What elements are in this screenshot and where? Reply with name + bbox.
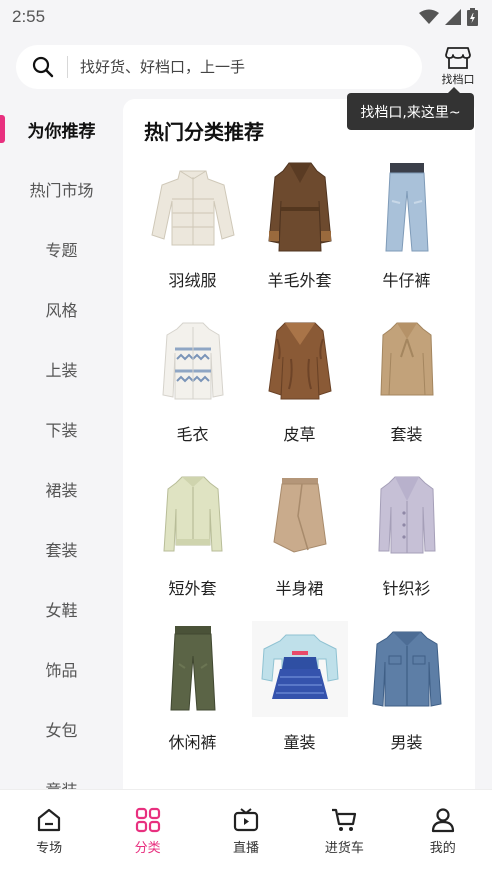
- live-tv-icon: [233, 808, 259, 832]
- nav-label: 进货车: [324, 841, 364, 856]
- status-time: 2:55: [12, 7, 46, 26]
- nav-item-special[interactable]: 专场: [0, 790, 98, 875]
- sidebar-item-accessories[interactable]: 饰品: [0, 639, 123, 699]
- wifi-icon: [419, 9, 439, 24]
- find-stall-label: 找档口: [441, 73, 475, 86]
- nav-label: 专场: [36, 841, 63, 856]
- sidebar-item-recommended[interactable]: 为你推荐: [0, 99, 123, 159]
- category-panel: 热门分类推荐 羽绒服 羊毛外套 牛仔裤 毛衣 皮草 套装 短外套 半身裙 针织衫…: [123, 99, 475, 789]
- search-icon: [32, 56, 54, 78]
- battery-icon: [467, 8, 478, 26]
- short-jacket-icon: [145, 467, 241, 563]
- category-item-short-jacket[interactable]: 短外套: [139, 467, 246, 621]
- skirt-icon: [252, 467, 348, 563]
- jeans-icon: [359, 159, 455, 255]
- nav-item-live[interactable]: 直播: [197, 790, 295, 875]
- casual-pants-icon: [145, 621, 241, 717]
- sidebar-item-womens-shoes[interactable]: 女鞋: [0, 579, 123, 639]
- nav-item-cart[interactable]: 进货车: [295, 790, 393, 875]
- category-sidebar: 为你推荐 热门市场 专题 风格 上装 下装 裙装 套装 女鞋 饰品 女包 童装: [0, 99, 123, 789]
- category-label: 休闲裤: [168, 733, 217, 752]
- sidebar-item-sets[interactable]: 套装: [0, 519, 123, 579]
- category-label: 牛仔裤: [382, 271, 431, 290]
- menswear-icon: [359, 621, 455, 717]
- category-item-sweater[interactable]: 毛衣: [139, 313, 246, 467]
- category-label: 针织衫: [382, 579, 431, 598]
- category-grid: 羽绒服 羊毛外套 牛仔裤 毛衣 皮草 套装 短外套 半身裙 针织衫 休闲裤 童装…: [139, 159, 461, 775]
- sidebar-item-kidswear[interactable]: 童装: [0, 759, 123, 789]
- nav-item-category[interactable]: 分类: [99, 790, 197, 875]
- category-icon: [135, 807, 160, 833]
- sweater-icon: [145, 313, 241, 409]
- home-icon: [38, 808, 61, 832]
- wool-coat-icon: [252, 159, 348, 255]
- nav-label: 直播: [232, 841, 259, 856]
- category-label: 童装: [283, 733, 316, 752]
- category-item-kidswear[interactable]: 童装: [246, 621, 353, 775]
- category-item-skirt[interactable]: 半身裙: [246, 467, 353, 621]
- sidebar-item-dresses[interactable]: 裙装: [0, 459, 123, 519]
- sidebar-item-bottoms[interactable]: 下装: [0, 399, 123, 459]
- kidswear-icon: [251, 621, 348, 717]
- category-item-wool-coat[interactable]: 羊毛外套: [246, 159, 353, 313]
- category-label: 皮草: [283, 425, 316, 444]
- sidebar-item-style[interactable]: 风格: [0, 279, 123, 339]
- category-item-menswear[interactable]: 男装: [353, 621, 460, 775]
- category-label: 毛衣: [176, 425, 209, 444]
- sidebar-item-womens-bags[interactable]: 女包: [0, 699, 123, 759]
- category-label: 羊毛外套: [267, 271, 332, 290]
- category-label: 短外套: [168, 579, 217, 598]
- outfit-set-icon: [359, 313, 455, 409]
- category-item-cardigan[interactable]: 针织衫: [353, 467, 460, 621]
- section-title: 热门分类推荐: [144, 120, 264, 144]
- signal-icon: [445, 9, 461, 25]
- category-item-casual-pants[interactable]: 休闲裤: [139, 621, 246, 775]
- category-label: 男装: [390, 733, 423, 752]
- cardigan-icon: [359, 467, 455, 563]
- nav-label: 分类: [134, 841, 161, 856]
- search-input[interactable]: [80, 58, 400, 76]
- category-item-jeans[interactable]: 牛仔裤: [353, 159, 460, 313]
- sidebar-item-tops[interactable]: 上装: [0, 339, 123, 399]
- profile-icon: [431, 808, 454, 833]
- bottom-nav: 专场 分类 直播 进货车 我的: [0, 789, 492, 875]
- category-item-down-jacket[interactable]: 羽绒服: [139, 159, 246, 313]
- status-icons: [419, 8, 478, 26]
- find-stall-tooltip: 找档口,来这里~: [347, 87, 474, 130]
- puffer-jacket-icon: [145, 159, 241, 255]
- search-divider: [67, 56, 68, 78]
- search-bar[interactable]: [16, 45, 422, 89]
- nav-label: 我的: [429, 841, 456, 856]
- category-item-fur[interactable]: 皮草: [246, 313, 353, 467]
- category-label: 半身裙: [275, 579, 324, 598]
- category-label: 羽绒服: [168, 271, 217, 290]
- fur-coat-icon: [252, 313, 348, 409]
- category-item-outfit-set[interactable]: 套装: [353, 313, 460, 467]
- cart-icon: [332, 808, 357, 831]
- nav-item-profile[interactable]: 我的: [394, 790, 492, 875]
- sidebar-item-topics[interactable]: 专题: [0, 219, 123, 279]
- status-bar: 2:55: [0, 0, 492, 34]
- sidebar-item-hot-markets[interactable]: 热门市场: [0, 159, 123, 219]
- find-stall-button[interactable]: 找档口: [436, 44, 480, 90]
- storefront-icon: [445, 47, 471, 69]
- category-label: 套装: [390, 425, 423, 444]
